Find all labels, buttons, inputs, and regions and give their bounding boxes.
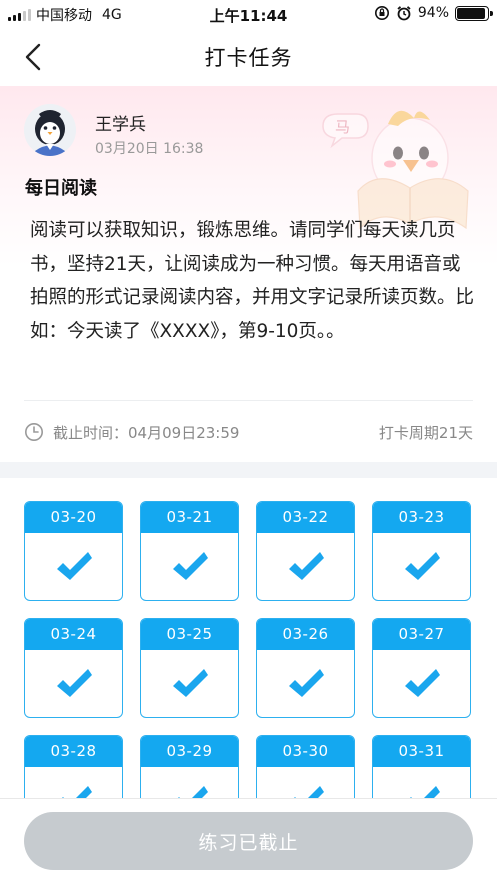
checkmark-icon — [56, 668, 92, 697]
avatar[interactable] — [24, 104, 76, 156]
battery-icon — [455, 5, 493, 21]
penguin-avatar-icon — [24, 104, 76, 156]
checkmark-icon — [288, 551, 324, 580]
day-status — [25, 650, 122, 717]
day-date: 03-27 — [373, 619, 470, 650]
checkmark-icon — [288, 668, 324, 697]
day-card[interactable]: 03-25 — [140, 618, 239, 718]
battery-percent: 94% — [417, 5, 449, 21]
day-status — [373, 650, 470, 717]
day-card[interactable]: 03-21 — [140, 501, 239, 601]
checkin-calendar: 03-20 03-21 03-22 03-23 03-24 03-25 03-26 03-27… — [0, 478, 497, 808]
mascot-bird-icon: 马 — [322, 110, 469, 230]
day-card[interactable]: 03-24 — [24, 618, 123, 718]
task-description: 阅读可以获取知识，锻炼思维。请同学们每天读几页书，坚持21天，让阅读成为一种习惯… — [30, 220, 475, 342]
practice-ended-button[interactable]: 练习已截止 — [24, 812, 473, 870]
deadline-label: 截止时间： — [53, 423, 129, 442]
day-date: 03-31 — [373, 736, 470, 767]
page-title: 打卡任务 — [204, 46, 293, 70]
checkmark-icon — [56, 551, 92, 580]
day-status — [141, 533, 238, 600]
checkmark-icon — [404, 668, 440, 697]
day-date: 03-29 — [141, 736, 238, 767]
day-date: 03-21 — [141, 502, 238, 533]
divider — [24, 400, 473, 401]
day-date: 03-22 — [257, 502, 354, 533]
day-date: 03-20 — [25, 502, 122, 533]
day-grid: 03-20 03-21 03-22 03-23 03-24 03-25 03-26 03-27… — [24, 501, 473, 808]
deadline-value: 04月09日23:59 — [128, 423, 240, 442]
svg-text:马: 马 — [335, 118, 350, 136]
day-date: 03-23 — [373, 502, 470, 533]
task-title: 每日阅读 — [25, 178, 97, 199]
task-card: 王学兵 03月20日 16:38 马 每日阅读 阅读可以获取知识，锻炼思维。请同… — [0, 86, 497, 462]
battery-fill — [457, 7, 486, 19]
orientation-lock-icon — [374, 6, 389, 20]
day-date: 03-24 — [25, 619, 122, 650]
checkin-cycle: 打卡周期21天 — [378, 423, 473, 442]
deadline-row: 截止时间：04月09日23:59 打卡周期21天 — [24, 418, 473, 446]
checkmark-icon — [172, 551, 208, 580]
alarm-icon — [397, 6, 411, 21]
day-status — [257, 533, 354, 600]
author-name: 王学兵 — [95, 115, 146, 135]
deadline: 截止时间：04月09日23:59 — [53, 422, 379, 443]
day-date: 03-26 — [257, 619, 354, 650]
day-card[interactable]: 03-23 — [372, 501, 471, 601]
nav-bar: 打卡任务 — [0, 28, 497, 86]
clock-icon — [25, 423, 43, 441]
day-status — [373, 533, 470, 600]
day-status — [257, 650, 354, 717]
day-date: 03-25 — [141, 619, 238, 650]
post-time: 03月20日 16:38 — [95, 141, 204, 157]
status-bar: 中国移动 4G 上午11:44 94% — [0, 0, 497, 28]
day-card[interactable]: 03-27 — [372, 618, 471, 718]
checkmark-icon — [404, 551, 440, 580]
day-card[interactable]: 03-26 — [256, 618, 355, 718]
footer: 练习已截止 — [0, 798, 497, 883]
day-status — [141, 650, 238, 717]
checkmark-icon — [172, 668, 208, 697]
day-card[interactable]: 03-22 — [256, 501, 355, 601]
day-card[interactable]: 03-20 — [24, 501, 123, 601]
day-date: 03-28 — [25, 736, 122, 767]
status-right: 94% — [374, 5, 493, 21]
day-status — [25, 533, 122, 600]
day-date: 03-30 — [257, 736, 354, 767]
